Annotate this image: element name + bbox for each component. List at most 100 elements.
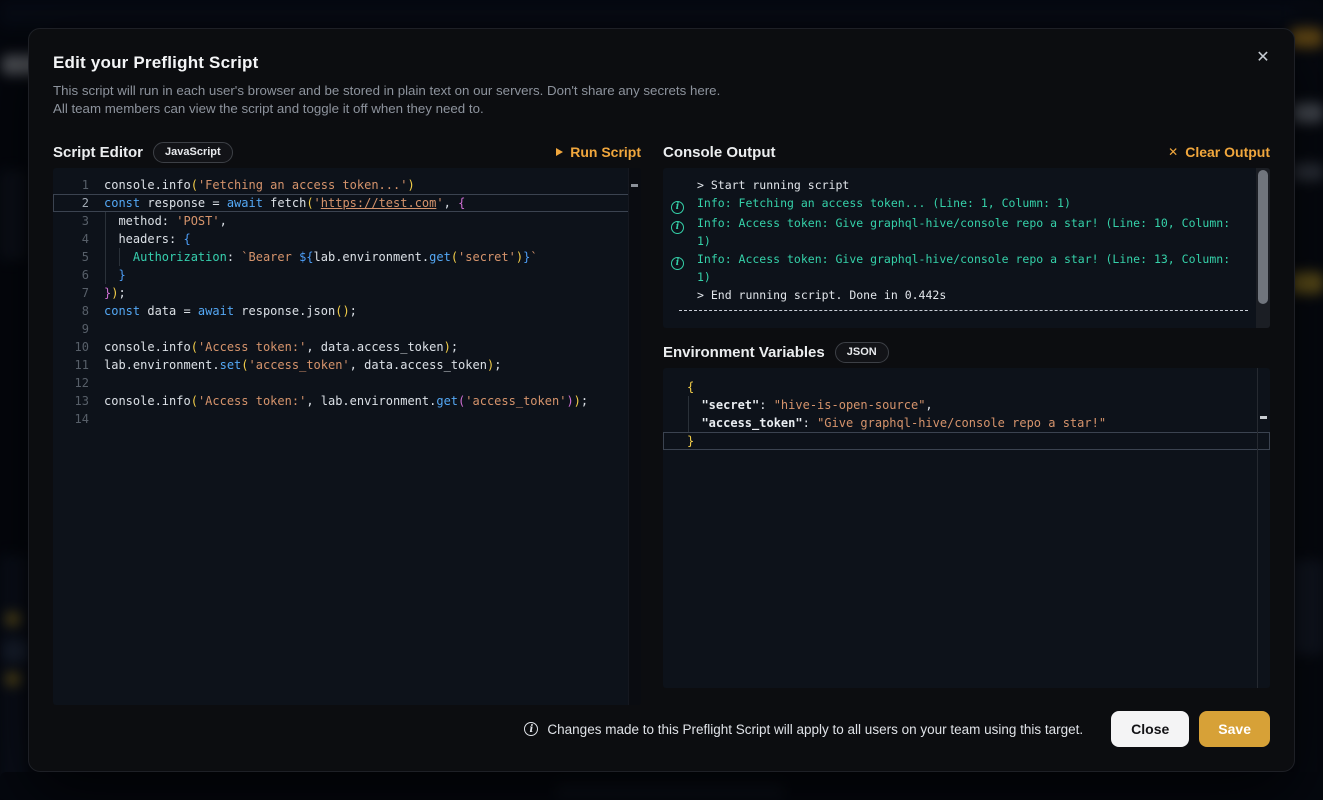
code-token: console.info: [104, 340, 191, 354]
code-token: get: [429, 250, 451, 264]
code-line[interactable]: 8const data = await response.json();: [53, 302, 641, 320]
code-line[interactable]: 5 Authorization: `Bearer ${lab.environme…: [53, 248, 641, 266]
code-token: (: [191, 340, 198, 354]
code-line[interactable]: 4 headers: {: [53, 230, 641, 248]
code-token: {: [458, 196, 465, 210]
line-number: 14: [53, 410, 89, 428]
code-line[interactable]: 14: [53, 410, 641, 428]
code-line[interactable]: {: [663, 378, 1270, 396]
code-token: ): [574, 394, 581, 408]
save-button[interactable]: Save: [1199, 711, 1270, 747]
line-number: 8: [53, 302, 89, 320]
modal-description-line2: All team members can view the script and…: [53, 100, 1270, 118]
line-number: 13: [53, 392, 89, 410]
code-token: `Bearer: [241, 250, 299, 264]
scrollbar-thumb[interactable]: [1258, 170, 1268, 304]
code-line[interactable]: 12: [53, 374, 641, 392]
line-number: 11: [53, 356, 89, 374]
line-number: 5: [53, 248, 89, 266]
code-token: (: [451, 250, 458, 264]
indent-guide: [105, 230, 106, 248]
info-circle-icon: i: [671, 250, 697, 286]
indent-guide: [688, 414, 689, 432]
code-token: ${: [299, 250, 313, 264]
modal-description: This script will run in each user's brow…: [53, 82, 1270, 118]
code-token: ': [314, 196, 321, 210]
modal-description-line1: This script will run in each user's brow…: [53, 82, 1270, 100]
environment-variables-editor[interactable]: { "secret": "hive-is-open-source", "acce…: [663, 368, 1270, 688]
code-token: ;: [494, 358, 501, 372]
code-token: "hive-is-open-source": [774, 398, 926, 412]
console-entry: > End running script. Done in 0.442s: [671, 286, 1252, 304]
code-line[interactable]: 9: [53, 320, 641, 338]
code-token: lab.environment.: [104, 358, 220, 372]
code-token: , data.access_token: [350, 358, 487, 372]
console-entry-text: Info: Access token: Give graphql-hive/co…: [697, 250, 1230, 286]
code-line[interactable]: 3 method: 'POST',: [53, 212, 641, 230]
console-scrollbar[interactable]: [1256, 168, 1270, 328]
code-line[interactable]: 13console.info('Access token:', lab.envi…: [53, 392, 641, 410]
code-token: ;: [350, 304, 357, 318]
info-circle-icon: i: [671, 194, 697, 214]
code-token: [687, 398, 701, 412]
code-token: 'access_token': [249, 358, 350, 372]
code-token: 'access_token': [465, 394, 566, 408]
console-entry: iInfo: Fetching an access token... (Line…: [671, 194, 1252, 214]
footer-note: i Changes made to this Preflight Script …: [524, 722, 1083, 737]
javascript-badge: JavaScript: [153, 142, 233, 163]
info-circle-icon: i: [671, 257, 684, 270]
code-token: "access_token": [701, 416, 802, 430]
console-entry-text: Info: Access token: Give graphql-hive/co…: [697, 214, 1230, 250]
code-token: ;: [581, 394, 588, 408]
code-token: ): [407, 178, 414, 192]
console-entry-gutter: [671, 286, 697, 304]
code-token: await: [198, 304, 234, 318]
code-line[interactable]: }: [663, 432, 1270, 450]
code-token: ;: [451, 340, 458, 354]
code-line[interactable]: "secret": "hive-is-open-source",: [663, 396, 1270, 414]
run-script-button[interactable]: Run Script: [556, 144, 641, 160]
editor-overview-ruler: [628, 168, 641, 705]
console-entry: i Info: Access token: Give graphql-hive/c…: [671, 250, 1252, 286]
code-token: 'Fetching an access token...': [198, 178, 408, 192]
code-token: (: [241, 358, 248, 372]
clear-output-button[interactable]: ✕ Clear Output: [1168, 144, 1270, 160]
code-token: console.info: [104, 394, 191, 408]
code-token: ': [436, 196, 443, 210]
code-token: }: [118, 268, 125, 282]
script-editor[interactable]: 1console.info('Fetching an access token.…: [53, 168, 641, 705]
code-token: response.json: [234, 304, 335, 318]
code-token: ,: [444, 196, 458, 210]
code-line[interactable]: 7});: [53, 284, 641, 302]
page-title: Edit your Preflight Script: [53, 53, 1270, 73]
line-number: 9: [53, 320, 89, 338]
code-token: 'Access token:': [198, 340, 306, 354]
play-icon: [556, 148, 563, 156]
code-token: await: [227, 196, 263, 210]
code-line[interactable]: "access_token": "Give graphql-hive/conso…: [663, 414, 1270, 432]
indent-guide: [105, 266, 106, 284]
code-token: set: [220, 358, 242, 372]
code-token: ;: [118, 286, 125, 300]
code-line[interactable]: 2const response = await fetch('https://t…: [53, 194, 641, 212]
code-line[interactable]: 11 lab.environment.set('access_token', da…: [53, 356, 641, 374]
line-number: 2: [53, 194, 89, 212]
code-token: , data.access_token: [306, 340, 443, 354]
code-token: [687, 416, 701, 430]
footer-note-text: Changes made to this Preflight Script wi…: [547, 722, 1083, 737]
code-token: , lab.environment.: [306, 394, 436, 408]
console-entry: iInfo: Access token: Give graphql-hive/c…: [671, 214, 1252, 250]
console-output-title: Console Output: [663, 144, 776, 161]
indent-guide: [105, 212, 106, 230]
code-line[interactable]: 1console.info('Fetching an access token.…: [53, 176, 641, 194]
close-button[interactable]: Close: [1111, 711, 1189, 747]
console-entry-text: > Start running script: [697, 176, 849, 194]
env-overview-ruler: [1257, 368, 1270, 688]
code-line[interactable]: 10console.info('Access token:', data.acc…: [53, 338, 641, 356]
line-number: 1: [53, 176, 89, 194]
code-line[interactable]: 6 }: [53, 266, 641, 284]
info-circle-icon: i: [671, 201, 684, 214]
close-icon[interactable]: ✕: [1250, 45, 1276, 71]
code-token: ): [566, 394, 573, 408]
console-entry: > Start running script: [671, 176, 1252, 194]
